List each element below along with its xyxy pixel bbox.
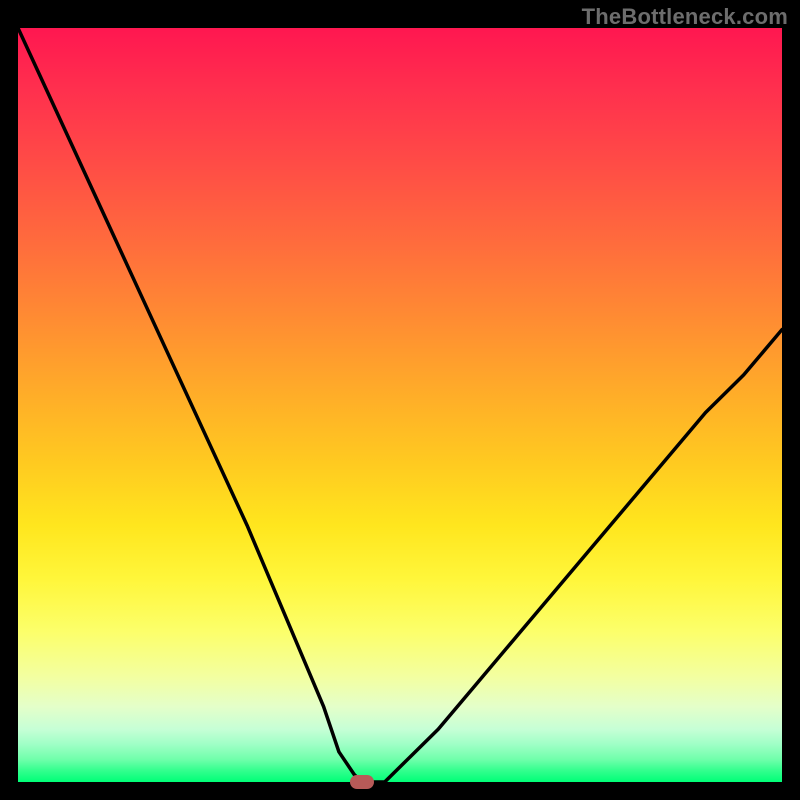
curve-path (18, 28, 782, 782)
watermark-text: TheBottleneck.com (582, 4, 788, 30)
chart-frame: TheBottleneck.com (0, 0, 800, 800)
plot-area (18, 28, 782, 782)
bottleneck-curve (18, 28, 782, 782)
optimum-marker (350, 775, 374, 789)
